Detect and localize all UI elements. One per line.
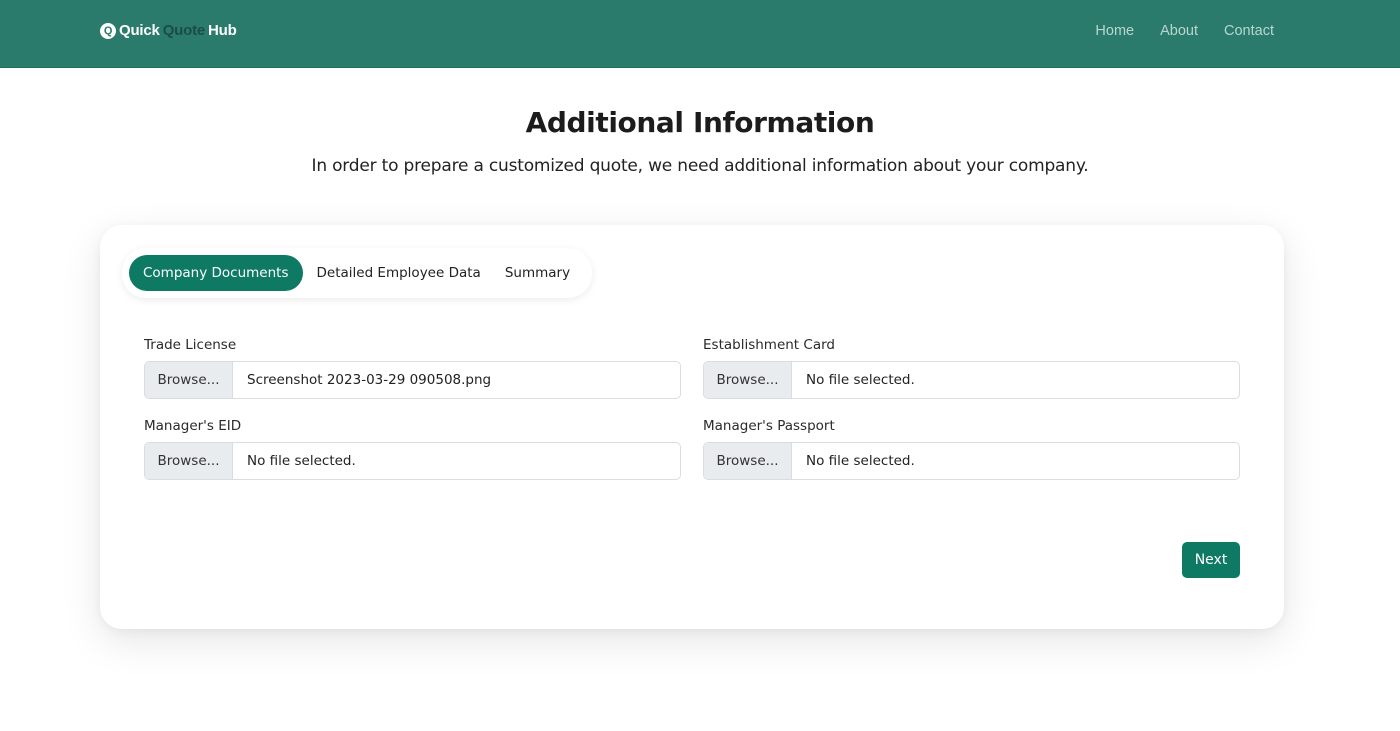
- tab-detailed-employee-data[interactable]: Detailed Employee Data: [307, 255, 491, 291]
- trade-license-label: Trade License: [144, 337, 237, 353]
- establishment-card-browse-button[interactable]: Browse...: [704, 362, 792, 398]
- manager-passport-browse-button[interactable]: Browse...: [704, 443, 792, 479]
- trade-license-file-input[interactable]: Browse... Screenshot 2023-03-29 090508.p…: [144, 361, 681, 399]
- nav-links: Home About Contact: [1095, 23, 1274, 39]
- manager-passport-field: Manager's Passport Browse... No file sel…: [703, 418, 1240, 480]
- establishment-card-field: Establishment Card Browse... No file sel…: [703, 337, 1240, 399]
- step-tabs: Company Documents Detailed Employee Data…: [122, 248, 593, 298]
- page-title: Additional Information: [525, 106, 875, 139]
- trade-license-field: Trade License Browse... Screenshot 2023-…: [144, 337, 681, 399]
- nav-link-about[interactable]: About: [1160, 23, 1198, 39]
- tab-company-documents[interactable]: Company Documents: [129, 255, 303, 291]
- logo[interactable]: Q Quick Quote Hub: [100, 22, 237, 39]
- manager-eid-browse-button[interactable]: Browse...: [145, 443, 233, 479]
- logo-word-quote: Quote: [162, 22, 206, 39]
- tab-summary[interactable]: Summary: [495, 255, 580, 291]
- nav-link-home[interactable]: Home: [1095, 23, 1134, 39]
- page-subtitle: In order to prepare a customized quote, …: [311, 156, 1089, 176]
- manager-passport-file-input[interactable]: Browse... No file selected.: [703, 442, 1240, 480]
- manager-passport-label: Manager's Passport: [703, 418, 835, 434]
- manager-eid-file-name: No file selected.: [247, 453, 356, 469]
- nav-link-contact[interactable]: Contact: [1224, 23, 1274, 39]
- logo-word-quick: Quick: [119, 22, 160, 39]
- manager-eid-file-input[interactable]: Browse... No file selected.: [144, 442, 681, 480]
- logo-q-icon: Q: [100, 22, 116, 39]
- trade-license-file-name: Screenshot 2023-03-29 090508.png: [247, 372, 492, 388]
- manager-eid-label: Manager's EID: [144, 418, 242, 434]
- form-card: Company Documents Detailed Employee Data…: [100, 225, 1284, 629]
- manager-eid-field: Manager's EID Browse... No file selected…: [144, 418, 681, 480]
- next-button[interactable]: Next: [1182, 542, 1240, 578]
- logo-word-hub: Hub: [208, 22, 237, 39]
- trade-license-browse-button[interactable]: Browse...: [145, 362, 233, 398]
- establishment-card-label: Establishment Card: [703, 337, 835, 353]
- top-navbar: Q Quick Quote Hub Home About Contact: [0, 0, 1400, 68]
- manager-passport-file-name: No file selected.: [806, 453, 915, 469]
- establishment-card-file-name: No file selected.: [806, 372, 915, 388]
- establishment-card-file-input[interactable]: Browse... No file selected.: [703, 361, 1240, 399]
